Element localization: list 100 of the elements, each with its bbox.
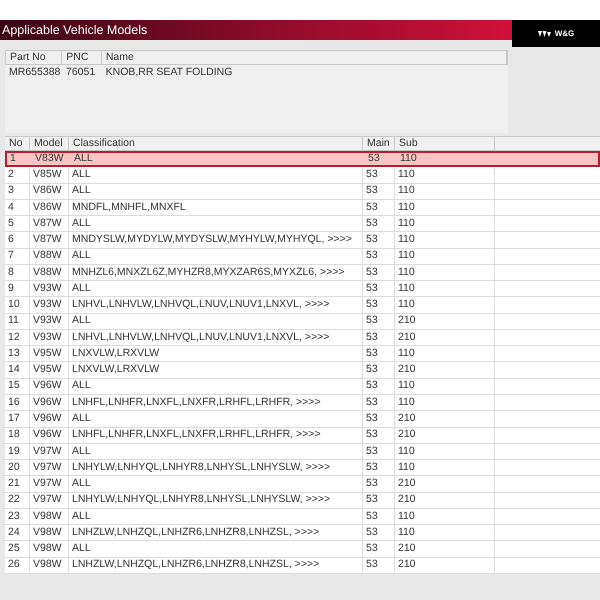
- table-cell: 110: [395, 378, 495, 394]
- table-cell: 53: [363, 346, 395, 362]
- table-cell: 53: [363, 411, 395, 427]
- table-cell: 53: [363, 508, 395, 524]
- table-row[interactable]: 15 V96W ALL 53 110: [5, 378, 600, 395]
- table-cell: ALL: [69, 216, 363, 232]
- table-cell: 210: [395, 314, 495, 329]
- table-cell: ALL: [69, 476, 363, 492]
- table-cell: 210: [395, 558, 495, 573]
- column-header: PNC: [62, 51, 102, 64]
- table-cell: 10: [5, 297, 30, 313]
- table-cell: 110: [395, 184, 495, 199]
- column-header: Sub: [395, 137, 495, 150]
- column-header: Classification: [69, 137, 363, 150]
- table-row[interactable]: 25 V98W ALL 53 210: [5, 541, 600, 558]
- table-cell: V95W: [30, 362, 69, 378]
- table-cell: 110: [395, 264, 495, 280]
- table-cell: V93W: [30, 314, 69, 329]
- table-cell: V85W: [30, 167, 69, 183]
- table-cell: V97W: [30, 460, 69, 476]
- table-cell: 110: [395, 346, 495, 362]
- table-cell: 6: [5, 232, 30, 248]
- table-cell: LNXVLW,LRXVLW: [69, 346, 363, 362]
- table-row[interactable]: 7 V88W ALL 53 110: [5, 248, 600, 265]
- table-row[interactable]: 19 V97W ALL 53 110: [5, 444, 600, 460]
- table-row[interactable]: 26 V98W LNHZLW,LNHZQL,LNHZR6,LNHZR8,LNHZSL, >>>> 53 210: [5, 558, 600, 574]
- table-row[interactable]: 23 V98W ALL 53 110: [5, 508, 600, 526]
- table-cell: 25: [5, 541, 30, 557]
- table-cell: LNHVL,LNHVLW,LNHVQL,LNUV,LNUV1,LNXVL, >>>>: [69, 297, 363, 313]
- table-row[interactable]: 16 V96W LNHFL,LNHFR,LNXFL,LNXFR,LRHFL,LRHFR, >>>> 53 110: [5, 394, 600, 412]
- table-row[interactable]: 4 V86W MNDFL,MNHFL,MNXFL 53 110: [5, 200, 600, 216]
- table-cell: 20: [5, 460, 30, 476]
- table-row[interactable]: 22 V97W LNHYLW,LNHYQL,LNHYR8,LNHYSL,LNHYSLW, >>>> 53 210: [5, 492, 600, 509]
- table-cell-text: KNOB,RR SEAT FOLDING: [104, 65, 234, 80]
- table-row[interactable]: 20 V97W LNHYLW,LNHYQL,LNHYR8,LNHYSL,LNHYSLW, >>>> 53 110: [5, 460, 600, 476]
- table-cell: 17: [5, 411, 30, 427]
- table-cell: 210: [395, 541, 495, 557]
- column-header: No: [5, 137, 30, 150]
- table-cell: MNDFL,MNHFL,MNXFL: [69, 200, 363, 216]
- column-header: Part No: [6, 51, 62, 64]
- table-cell: 4: [5, 200, 30, 216]
- table-cell-text: MR655388: [8, 65, 62, 80]
- table-cell: 11: [5, 314, 30, 329]
- table-cell: ALL: [69, 444, 363, 460]
- table-row[interactable]: 10 V93W LNHVL,LNHVLW,LNHVQL,LNUV,LNUV1,LNXVL, >>>> 53 110: [5, 297, 600, 314]
- table-row[interactable]: 24 V98W LNHZLW,LNHZQL,LNHZR6,LNHZR8,LNHZSL, >>>> 53 110: [5, 525, 600, 542]
- table-cell: V98W: [30, 525, 69, 540]
- table-cell: ALL: [69, 411, 363, 427]
- table-cell: V93W: [30, 281, 69, 296]
- table-cell: LNHZLW,LNHZQL,LNHZR6,LNHZR8,LNHZSL, >>>>: [69, 525, 363, 540]
- table-row[interactable]: 12 V93W LNHVL,LNHVLW,LNHVQL,LNUV,LNUV1,LNXVL, >>>> 53 210: [5, 330, 600, 346]
- table-cell: ALL: [69, 248, 363, 264]
- table-row[interactable]: 18 V96W LNHFL,LNHFR,LNXFL,LNXFR,LRHFL,LRHFR, >>>> 53 210: [5, 428, 600, 444]
- table-row[interactable]: 9 V93W ALL 53 110: [5, 281, 600, 298]
- table-row[interactable]: 5 V87W ALL 53 110: [5, 216, 600, 232]
- table-cell: 53: [363, 525, 395, 540]
- triangles-icon: [538, 30, 552, 36]
- table-row[interactable]: 2 V85W ALL 53 110: [5, 167, 600, 184]
- table-cell: 53: [363, 264, 395, 280]
- table-row[interactable]: 11 V93W ALL 53 210: [5, 314, 600, 330]
- table-cell: 53: [363, 330, 395, 346]
- table-cell: 53: [363, 248, 395, 264]
- table-row[interactable]: 13 V95W LNXVLW,LRXVLW 53 110: [5, 346, 600, 362]
- table-row[interactable]: 17 V96W ALL 53 210: [5, 411, 600, 428]
- table-cell: 53: [363, 541, 395, 557]
- table-cell: 53: [363, 184, 395, 199]
- table-cell: 210: [395, 476, 495, 492]
- column-header: Main: [363, 137, 395, 150]
- table-cell: V93W: [30, 330, 69, 346]
- table-cell: LNHVL,LNHVLW,LNHVQL,LNUV,LNUV1,LNXVL, >>>>: [69, 330, 363, 346]
- table-row[interactable]: 8 V88W MNHZL6,MNXZL6Z,MYHZR8,MYXZAR6S,MYXZL6, >>>> 53 110: [5, 264, 600, 282]
- table-cell: 53: [363, 394, 395, 410]
- table-cell: 110: [395, 216, 495, 232]
- table-cell: 53: [363, 492, 395, 508]
- table-cell: 15: [5, 378, 30, 394]
- table-cell: V86W: [30, 200, 69, 216]
- table-cell: 110: [395, 394, 495, 410]
- table-cell: 210: [395, 411, 495, 427]
- table-row[interactable]: 14 V95W LNXVLW,LRXVLW 53 210: [5, 362, 600, 379]
- table-cell: 7: [5, 248, 30, 264]
- table-row[interactable]: 6 V87W MNDYSLW,MYDYLW,MYDYSLW,MYHYLW,MYHYQL, >>>> 53 110: [5, 232, 600, 249]
- table-cell: 210: [395, 428, 495, 443]
- table-cell: 12: [5, 330, 30, 346]
- table-cell: 2: [5, 167, 30, 183]
- table-row[interactable]: 21 V97W ALL 53 210: [5, 476, 600, 493]
- table-row[interactable]: 1 V83W ALL 53 110: [5, 151, 600, 168]
- window-title: Applicable Vehicle Models: [2, 22, 148, 39]
- table-cell: V96W: [30, 394, 69, 410]
- table-cell: 110: [395, 248, 495, 264]
- table-cell-text: V83W: [34, 153, 65, 166]
- table-cell: 110: [395, 232, 495, 248]
- table-cell: 8: [5, 264, 30, 280]
- table-row[interactable]: 3 V86W ALL 53 110: [5, 184, 600, 200]
- table-cell-text: 53: [367, 153, 381, 166]
- table-cell: 53: [363, 428, 395, 443]
- table-cell: 53: [363, 216, 395, 232]
- table-cell: 210: [395, 362, 495, 378]
- table-cell: V86W: [30, 184, 69, 199]
- table-cell: 110: [395, 508, 495, 524]
- table-cell: 9: [5, 281, 30, 296]
